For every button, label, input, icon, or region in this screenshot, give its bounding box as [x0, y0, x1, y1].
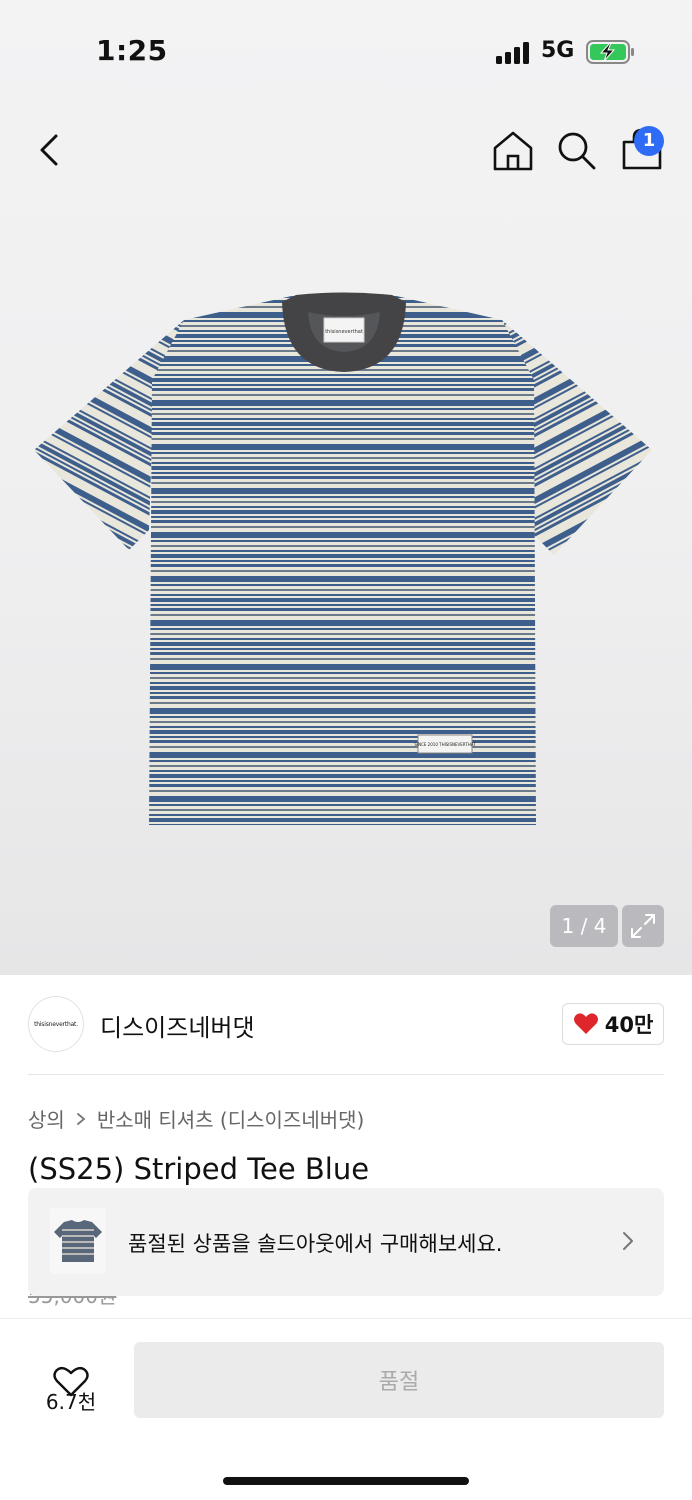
home-button[interactable] — [490, 128, 536, 174]
network-type: 5G — [541, 38, 575, 63]
search-icon — [558, 132, 596, 170]
breadcrumb-category[interactable]: 상의 — [28, 1104, 65, 1133]
breadcrumb-subcategory[interactable]: 반소매 티셔츠 (디스이즈네버댓) — [97, 1104, 365, 1133]
home-icon — [493, 131, 533, 171]
status-time: 1:25 — [96, 34, 168, 67]
heart-filled-icon — [573, 1013, 598, 1034]
fullscreen-button[interactable] — [622, 905, 664, 947]
image-counter: 1 / 4 — [550, 905, 618, 947]
search-button[interactable] — [554, 128, 600, 174]
soldout-button[interactable]: 품절 — [134, 1342, 664, 1418]
expand-icon — [631, 914, 655, 938]
product-image-striped-tee[interactable]: thisisneverthat SINCE 2010 THISISNEVERTH… — [34, 290, 654, 830]
soldout-marketplace-banner[interactable]: 품절된 상품을 솔드아웃에서 구매해보세요. — [28, 1188, 664, 1296]
battery-charging-icon — [586, 40, 634, 64]
brand-logo[interactable]: thisisneverthat. — [28, 996, 84, 1052]
back-button[interactable] — [30, 128, 70, 172]
banner-product-thumbnail — [50, 1208, 106, 1274]
chevron-right-icon — [623, 1232, 633, 1250]
home-indicator — [223, 1477, 469, 1485]
product-title: (SS25) Striped Tee Blue — [28, 1152, 370, 1186]
chevron-left-icon — [40, 134, 58, 166]
cart-count-badge: 1 — [634, 126, 664, 156]
section-divider — [28, 1074, 664, 1075]
brand-like-count: 40만 — [604, 1013, 654, 1037]
hem-label-text: SINCE 2010 THISISNEVERTHAT — [414, 742, 476, 747]
signal-icon — [496, 42, 529, 64]
neck-label-text: thisisneverthat — [325, 329, 363, 335]
chevron-right-icon — [76, 1112, 86, 1125]
banner-text: 품절된 상품을 솔드아웃에서 구매해보세요. — [128, 1232, 503, 1256]
wishlist-count: 6.7천 — [45, 1390, 97, 1414]
brand-like-button[interactable]: 40만 — [562, 1003, 664, 1045]
brand-name[interactable]: 디스이즈네버댓 — [100, 1008, 255, 1043]
breadcrumb: 상의 반소매 티셔츠 (디스이즈네버댓) — [28, 1104, 364, 1133]
